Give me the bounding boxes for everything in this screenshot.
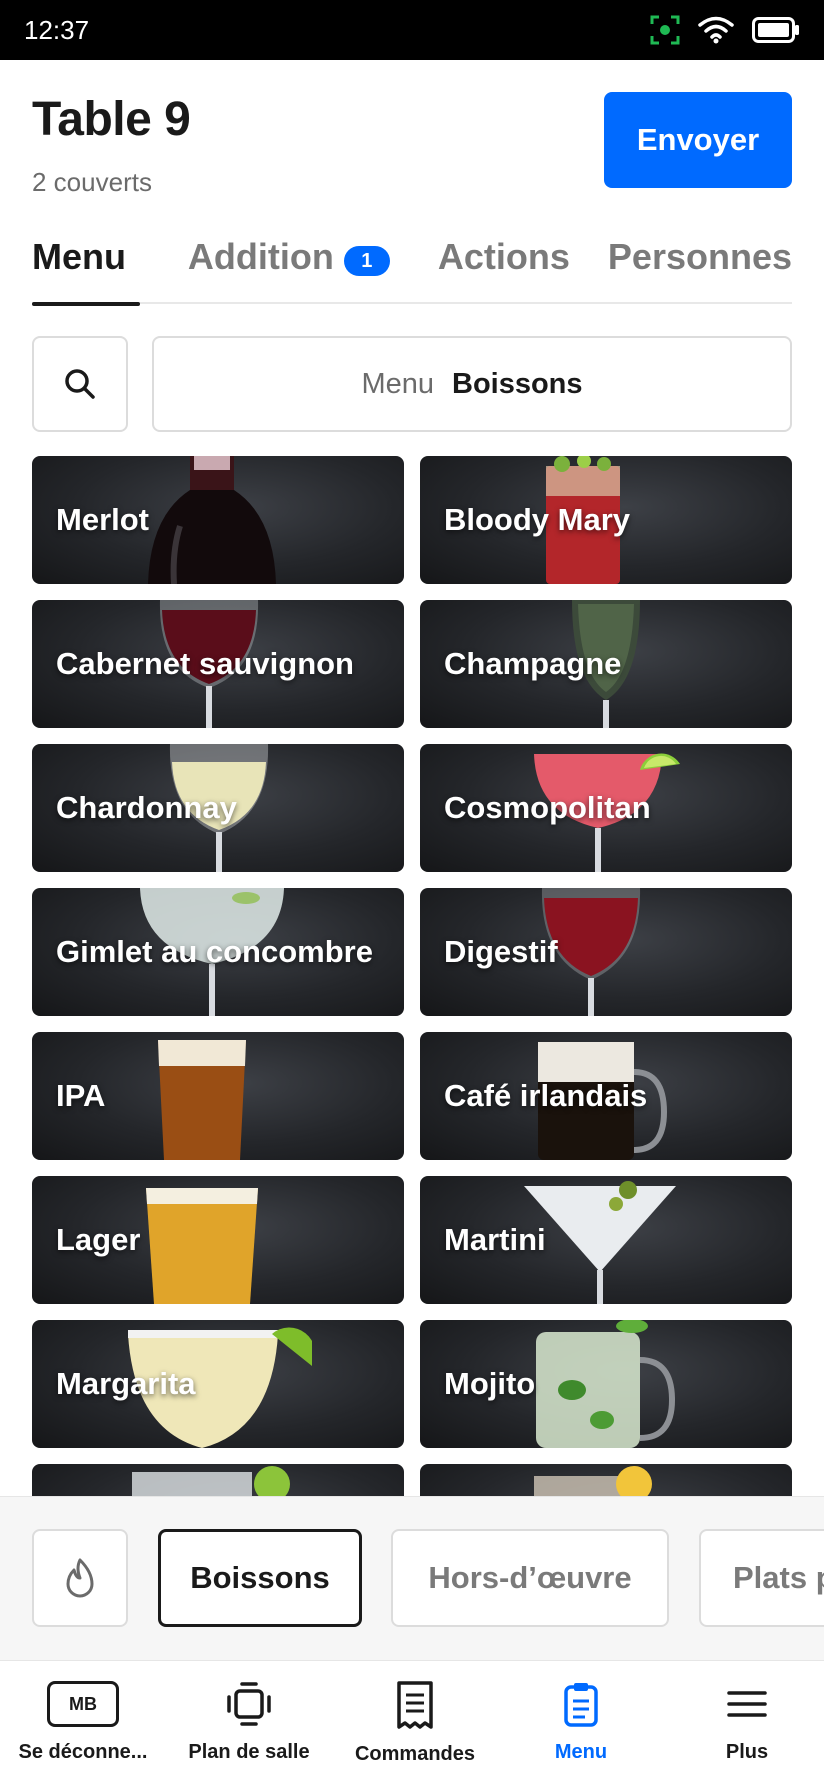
- menu-item-name: Cosmopolitan: [444, 790, 651, 825]
- nav-label: Commandes: [354, 1743, 476, 1765]
- menu-item-tile[interactable]: IPA: [32, 1032, 404, 1160]
- menu-item-tile[interactable]: Merlot: [32, 456, 404, 584]
- breadcrumb-root[interactable]: Menu: [361, 368, 434, 401]
- menu-item-tile[interactable]: Gimlet au concombre: [32, 888, 404, 1016]
- menu-item-name: Champagne: [444, 646, 622, 681]
- menu-item-name: Gimlet au concombre: [56, 934, 373, 969]
- wifi-icon: [698, 16, 734, 44]
- status-icons: [650, 15, 800, 45]
- menu-item-tile[interactable]: [32, 1464, 404, 1496]
- search-icon: [65, 369, 95, 399]
- category-favorites[interactable]: [32, 1529, 128, 1627]
- search-button[interactable]: [32, 336, 128, 432]
- menu-item-tile[interactable]: Cosmopolitan: [420, 744, 792, 872]
- menu-item-name: Digestif: [444, 934, 558, 969]
- category-plats[interactable]: Plats p: [699, 1529, 824, 1627]
- menu-item-name: Martini: [444, 1222, 546, 1257]
- category-boissons[interactable]: Boissons: [158, 1529, 362, 1627]
- lager-beer-image: [146, 1188, 258, 1304]
- nav-label: Se déconne...: [18, 1741, 148, 1763]
- status-time: 12:37: [24, 14, 90, 45]
- tab-addition[interactable]: Addition 1: [187, 236, 390, 304]
- menu-item-tile[interactable]: Martini: [420, 1176, 792, 1304]
- menu-item-tile[interactable]: Lager: [32, 1176, 404, 1304]
- nav-orders[interactable]: Commandes: [332, 1661, 498, 1784]
- menu-item-name: Margarita: [56, 1366, 196, 1401]
- menu-item-tile[interactable]: Chardonnay: [32, 744, 404, 872]
- category-label: Boissons: [190, 1560, 330, 1595]
- nav-label: Plus: [725, 1741, 769, 1763]
- mojito-image: [536, 1320, 676, 1448]
- menu-item-name: Cabernet sauvignon: [56, 646, 354, 681]
- category-label: Hors-d’œuvre: [428, 1560, 632, 1595]
- menu-item-tile[interactable]: Margarita: [32, 1320, 404, 1448]
- count-badge: 1: [343, 246, 390, 276]
- menu-item-name: Chardonnay: [56, 790, 237, 825]
- menu-item-name: Café irlandais: [444, 1078, 648, 1113]
- tab-menu[interactable]: Menu: [32, 236, 140, 306]
- tab-label: Personnes: [607, 236, 792, 277]
- tab-label: Menu: [32, 236, 126, 277]
- nav-floor-plan[interactable]: Plan de salle: [166, 1661, 332, 1784]
- flame-icon: [66, 1558, 94, 1598]
- tab-personnes[interactable]: Personnes: [608, 236, 792, 304]
- tab-label: Addition: [187, 236, 334, 277]
- category-label: Plats p: [733, 1560, 824, 1595]
- avatar: MB: [47, 1681, 119, 1727]
- battery-icon: [752, 17, 799, 43]
- menu-item-tile[interactable]: Café irlandais: [420, 1032, 792, 1160]
- menu-item-tile[interactable]: [420, 1464, 792, 1496]
- status-bar: 12:37: [0, 0, 824, 60]
- menu-item-tile[interactable]: Bloody Mary: [420, 456, 792, 584]
- menu-item-name: IPA: [56, 1078, 106, 1113]
- ipa-beer-image: [158, 1040, 246, 1160]
- menu-items-grid: Merlot Bloody Mary Cabernet sauvignon Ch…: [32, 456, 792, 1496]
- menu-item-tile[interactable]: Cabernet sauvignon: [32, 600, 404, 728]
- menu-item-tile[interactable]: Champagne: [420, 600, 792, 728]
- category-hors-doeuvre[interactable]: Hors-d’œuvre: [391, 1529, 669, 1627]
- nav-logout[interactable]: MB Se déconne...: [0, 1661, 166, 1784]
- iced-drink-image: [132, 1466, 290, 1496]
- menu-item-name: Mojito: [444, 1366, 536, 1401]
- nav-more[interactable]: Plus: [664, 1661, 824, 1784]
- tab-label: Actions: [437, 236, 570, 277]
- menu-item-tile[interactable]: Mojito: [420, 1320, 792, 1448]
- category-strip: Boissons Hors-d’œuvre Plats p: [0, 1496, 824, 1660]
- menu-item-name: Bloody Mary: [444, 502, 631, 537]
- nav-menu[interactable]: Menu: [498, 1661, 664, 1784]
- send-button[interactable]: Envoyer: [604, 92, 792, 188]
- screen-capture-icon: [650, 15, 680, 45]
- tab-bar: Menu Addition 1 Actions Personnes: [32, 236, 792, 306]
- menu-item-name: Lager: [56, 1222, 141, 1257]
- lemon-drink-image: [534, 1466, 652, 1496]
- breadcrumb[interactable]: Menu Boissons: [152, 336, 792, 432]
- menu-clipboard-icon: [564, 1683, 598, 1727]
- tab-actions[interactable]: Actions: [438, 236, 570, 304]
- nav-label: Menu: [554, 1741, 608, 1763]
- page-header: Table 9 2 couverts Envoyer: [32, 92, 792, 212]
- nav-label: Plan de salle: [188, 1741, 310, 1763]
- breadcrumb-current: Boissons: [452, 367, 583, 400]
- floor-plan-icon: [227, 1682, 271, 1726]
- hamburger-icon: [727, 1691, 767, 1717]
- bottom-nav: MB Se déconne... Plan de salle Commandes: [0, 1660, 824, 1784]
- menu-item-tile[interactable]: Digestif: [420, 888, 792, 1016]
- receipt-icon: [397, 1681, 433, 1729]
- menu-item-name: Merlot: [56, 502, 149, 537]
